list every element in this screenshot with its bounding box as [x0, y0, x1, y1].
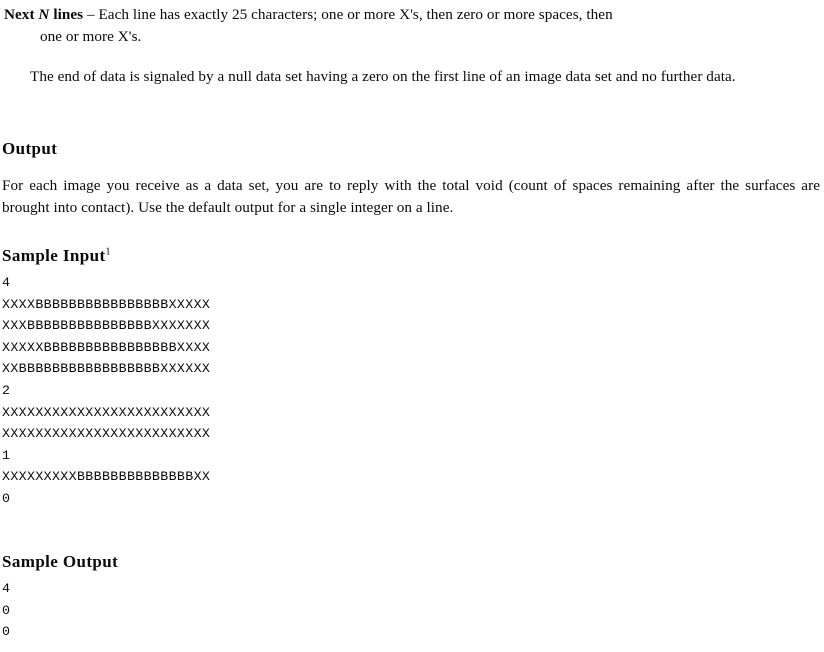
- item-lead-label: Next: [4, 6, 35, 23]
- sample-output-code-block: 4 0 0: [2, 578, 10, 643]
- sample-input-line: 1: [2, 447, 11, 463]
- item-variable-n: N: [38, 6, 50, 23]
- sample-input-line: 0: [2, 490, 11, 506]
- sample-input-line: XXXXXXXXXXXXXXXXXXXXXXXXX: [2, 426, 211, 442]
- sample-input-line: XXXXBBBBBBBBBBBBBBBBXXXXX: [2, 296, 211, 312]
- heading-sample-output: Sample Output: [2, 552, 119, 571]
- sample-input-line: XXXXXXXXXBBBBBBBBBBBBBBXX: [2, 469, 211, 485]
- item-text-line1: Each line has exactly 25 characters; one…: [98, 6, 613, 23]
- sample-input-line: 4: [2, 275, 11, 290]
- output-paragraph: For each image you receive as a data set…: [2, 177, 820, 216]
- footnote-marker: 1: [105, 246, 111, 258]
- sample-input-line: 2: [2, 382, 11, 398]
- document-page: Next N lines – Each line has exactly 25 …: [0, 0, 824, 652]
- sample-input-line: XXXXXBBBBBBBBBBBBBBBBXXXX: [2, 339, 211, 355]
- item-lead-label-tail: lines: [53, 6, 84, 23]
- heading-output: Output: [2, 139, 58, 158]
- sample-input-line: XXBBBBBBBBBBBBBBBBBXXXXXX: [2, 361, 211, 377]
- sample-input-code-block: 4 XXXXBBBBBBBBBBBBBBBBXXXXX XXXBBBBBBBBBBB…: [2, 272, 210, 510]
- input-spec-item: Next N lines – Each line has exactly 25 …: [4, 4, 820, 47]
- end-of-data-paragraph: The end of data is signaled by a null da…: [2, 66, 820, 88]
- item-dash: –: [86, 6, 95, 23]
- heading-sample-input-text: Sample Input: [2, 246, 106, 265]
- sample-output-line: 0: [2, 602, 11, 618]
- sample-output-line: 0: [2, 624, 11, 640]
- heading-sample-input: Sample Input1: [2, 246, 111, 266]
- sample-input-line: XXXBBBBBBBBBBBBBBBXXXXXXX: [2, 318, 211, 334]
- item-text-line2: one or more X's.: [40, 27, 142, 45]
- sample-input-line: XXXXXXXXXXXXXXXXXXXXXXXXX: [2, 404, 211, 420]
- end-of-data-text: The end of data is signaled by a null da…: [30, 68, 736, 85]
- sample-output-line: 4: [2, 581, 11, 596]
